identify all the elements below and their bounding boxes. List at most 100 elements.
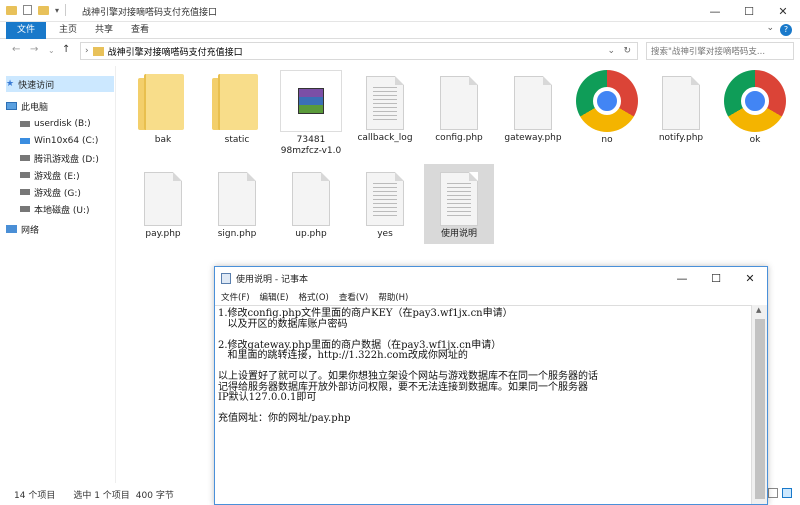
address-dropdown-icon[interactable]: ⌄ — [607, 46, 615, 56]
file-item[interactable]: bak — [130, 70, 196, 146]
nav-drive-d[interactable]: 腾讯游戏盘 (D:) — [20, 150, 99, 166]
maximize-button[interactable]: ☐ — [732, 0, 766, 22]
file-name: config.php — [435, 133, 483, 143]
file-name: ok — [749, 135, 761, 145]
windows-drive-icon — [20, 138, 30, 144]
folder-icon — [92, 46, 104, 56]
up-button[interactable]: ↑ — [62, 44, 70, 55]
nav-network[interactable]: 网络 — [6, 221, 39, 237]
file-name: no — [601, 135, 613, 145]
tab-home[interactable]: 主页 — [52, 22, 84, 39]
properties-icon[interactable] — [23, 5, 32, 15]
chevron-down-icon[interactable]: ▾ — [55, 6, 59, 15]
nav-drive-u[interactable]: 本地磁盘 (U:) — [20, 201, 90, 217]
details-view-icon[interactable] — [768, 488, 778, 498]
nav-label: 网络 — [21, 225, 40, 236]
notepad-menu-bar: 文件(F) 编辑(E) 格式(O) 查看(V) 帮助(H) — [215, 289, 767, 304]
address-row: ← → ⌄ ↑ › 战神引擎对接嘀嗒码支付充值接口 ⌄ ↻ 搜索"战神引擎对接嘀… — [0, 40, 800, 62]
drive-icon — [20, 121, 30, 127]
nav-this-pc[interactable]: 此电脑 — [6, 98, 48, 114]
notepad-minimize-button[interactable]: — — [665, 267, 699, 289]
file-icon — [662, 76, 700, 130]
quick-access-toolbar: ▾ — [6, 4, 67, 16]
file-name: callback_log — [357, 133, 413, 143]
text-file-icon — [440, 172, 478, 226]
recent-locations-button[interactable]: ⌄ — [48, 46, 55, 55]
file-name: 73481 98mzfcz-v1.0 — [280, 135, 342, 156]
tab-view[interactable]: 查看 — [124, 22, 156, 39]
file-item[interactable]: yes — [352, 166, 418, 240]
file-item[interactable]: notify.php — [648, 70, 714, 144]
scroll-up-arrow[interactable]: ▲ — [756, 306, 761, 314]
file-icon — [144, 172, 182, 226]
explorer-title-bar: ▾ 战神引擎对接嘀嗒码支付充值接口 — ☐ ✕ — [0, 0, 800, 22]
text-file-icon — [366, 172, 404, 226]
nav-label: 游戏盘 (G:) — [34, 188, 81, 199]
address-path: 战神引擎对接嘀嗒码支付充值接口 — [107, 47, 243, 58]
drive-icon — [20, 155, 30, 161]
nav-drive-e[interactable]: 游戏盘 (E:) — [20, 167, 80, 183]
search-input[interactable]: 搜索"战神引擎对接嘀嗒码支... — [646, 42, 794, 60]
file-item[interactable]: 73481 98mzfcz-v1.0 — [278, 70, 344, 157]
file-icon — [440, 76, 478, 130]
back-button[interactable]: ← — [12, 44, 20, 55]
nav-label: 游戏盘 (E:) — [34, 171, 80, 182]
notepad-icon — [221, 272, 231, 284]
notepad-title-bar: 使用说明 - 记事本 — ☐ ✕ — [215, 267, 767, 289]
menu-format[interactable]: 格式(O) — [299, 291, 329, 303]
notepad-close-button[interactable]: ✕ — [733, 267, 767, 289]
drive-icon — [20, 206, 30, 212]
nav-label: 快速访问 — [18, 80, 55, 91]
file-item[interactable]: ok — [722, 70, 788, 146]
folder-icon — [6, 5, 17, 15]
nav-label: 此电脑 — [21, 102, 49, 113]
divider — [65, 4, 67, 16]
network-icon — [6, 225, 17, 233]
menu-edit[interactable]: 编辑(E) — [260, 291, 289, 303]
file-name: notify.php — [658, 133, 704, 143]
file-item[interactable]: callback_log — [352, 70, 418, 144]
file-icon — [292, 172, 330, 226]
computer-icon — [6, 102, 17, 110]
drive-icon — [20, 189, 30, 195]
nav-label: userdisk (B:) — [34, 119, 91, 129]
file-name: gateway.php — [504, 133, 562, 143]
file-item[interactable]: sign.php — [204, 166, 270, 240]
nav-drive-g[interactable]: 游戏盘 (G:) — [20, 184, 81, 200]
notepad-window: 使用说明 - 记事本 — ☐ ✕ 文件(F) 编辑(E) 格式(O) 查看(V)… — [214, 266, 768, 505]
menu-view[interactable]: 查看(V) — [339, 291, 368, 303]
nav-label: 本地磁盘 (U:) — [34, 205, 90, 216]
minimize-button[interactable]: — — [698, 0, 732, 22]
file-item[interactable]: gateway.php — [500, 70, 566, 144]
file-name: sign.php — [217, 229, 257, 239]
nav-drive-b[interactable]: userdisk (B:) — [20, 116, 91, 132]
nav-label: 腾讯游戏盘 (D:) — [34, 154, 99, 165]
tab-file[interactable]: 文件 — [6, 22, 46, 39]
large-icons-view-icon[interactable] — [782, 488, 792, 498]
new-folder-icon[interactable] — [38, 5, 49, 15]
scrollbar-thumb[interactable] — [755, 319, 765, 499]
file-name: bak — [154, 135, 172, 145]
nav-quick-access[interactable]: ★ 快速访问 — [6, 76, 114, 92]
file-item[interactable]: no — [574, 70, 640, 146]
folder-icon — [212, 74, 262, 132]
file-item[interactable]: static — [204, 70, 270, 146]
help-button[interactable]: ? — [780, 24, 792, 36]
nav-drive-c[interactable]: Win10x64 (C:) — [20, 133, 98, 149]
tab-share[interactable]: 共享 — [88, 22, 120, 39]
menu-file[interactable]: 文件(F) — [221, 291, 250, 303]
vertical-scrollbar[interactable]: ▲ — [751, 305, 767, 504]
forward-button[interactable]: → — [30, 44, 38, 55]
notepad-text-area[interactable]: 1.修改config.php文件里面的商户KEY（在pay3.wf1jx.cn申… — [215, 305, 751, 504]
file-item-selected[interactable]: 使用说明 — [424, 164, 494, 244]
close-button[interactable]: ✕ — [766, 0, 800, 22]
file-item[interactable]: pay.php — [130, 166, 196, 240]
chrome-icon — [724, 70, 786, 132]
file-item[interactable]: up.php — [278, 166, 344, 240]
file-item[interactable]: config.php — [426, 70, 492, 144]
notepad-maximize-button[interactable]: ☐ — [699, 267, 733, 289]
menu-help[interactable]: 帮助(H) — [378, 291, 408, 303]
refresh-icon[interactable]: ↻ — [623, 46, 631, 56]
address-bar[interactable]: › 战神引擎对接嘀嗒码支付充值接口 ⌄ ↻ — [80, 42, 638, 60]
expand-ribbon-icon[interactable]: ⌄ — [766, 23, 774, 33]
